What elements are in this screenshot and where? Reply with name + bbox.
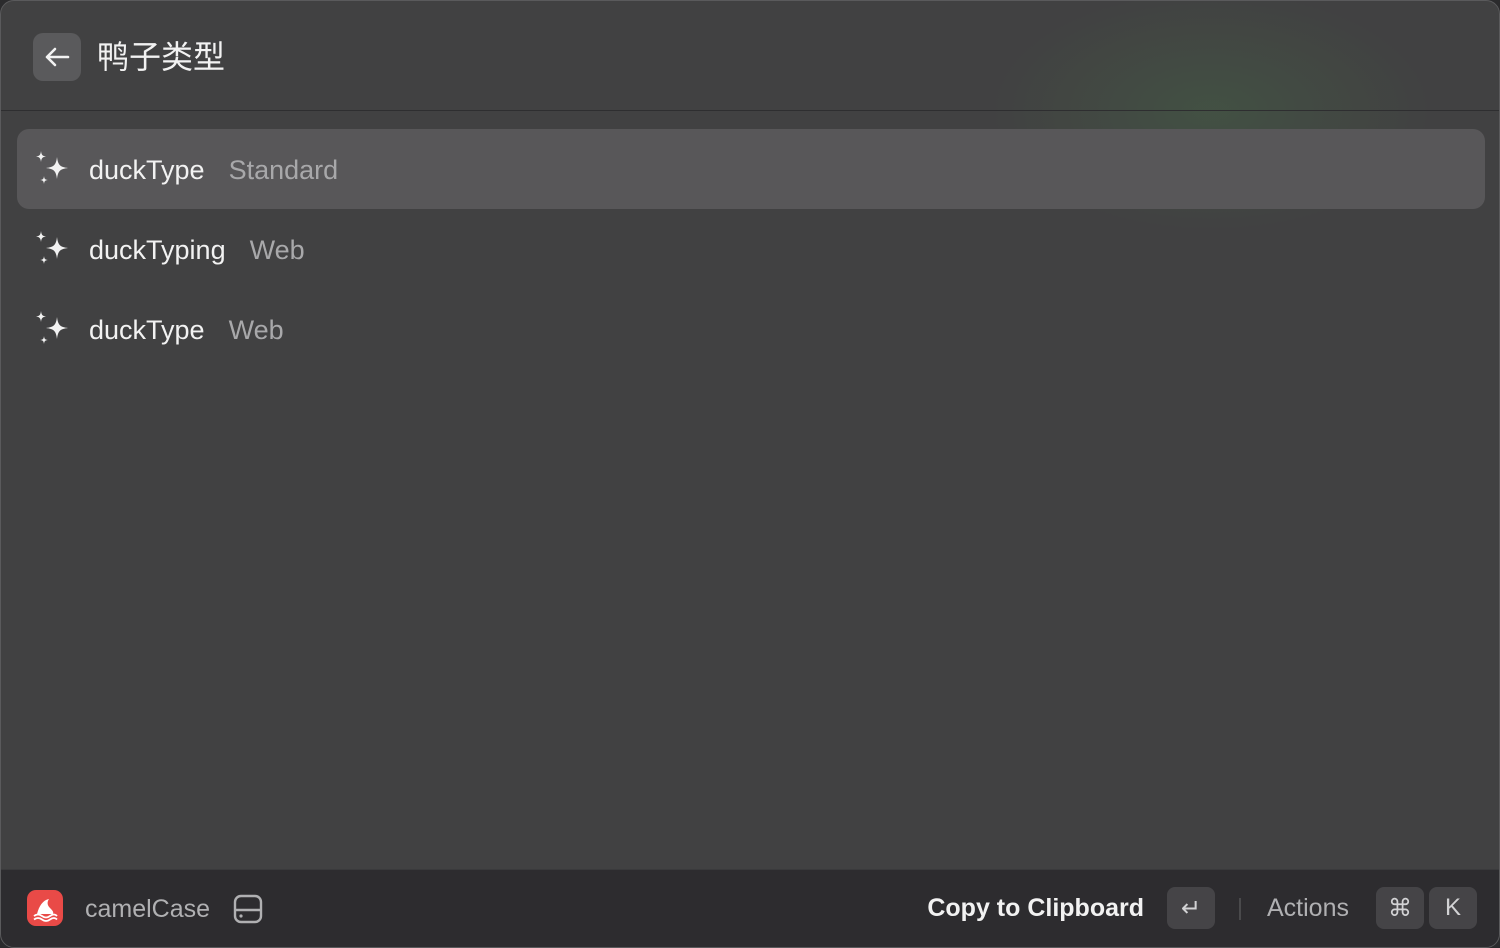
result-title: duckType bbox=[89, 315, 205, 345]
sparkles-icon bbox=[36, 231, 68, 264]
k-key-badge: K bbox=[1429, 887, 1477, 929]
list-item[interactable]: duckType Standard bbox=[17, 129, 1485, 209]
result-title: duckTyping bbox=[89, 235, 226, 265]
extension-window: 鸭子类型 duckType Standard duckTyping Web du… bbox=[0, 0, 1500, 948]
list-item[interactable]: duckTyping Web bbox=[17, 209, 1485, 289]
camelcase-app-icon bbox=[27, 890, 63, 926]
sparkles-icon bbox=[36, 151, 68, 184]
result-subtitle: Standard bbox=[228, 155, 339, 185]
list-item[interactable]: duckType Web bbox=[17, 289, 1485, 369]
enter-key-badge: ↵ bbox=[1167, 887, 1215, 929]
header-bar: 鸭子类型 bbox=[1, 1, 1499, 111]
result-title: duckType bbox=[89, 155, 205, 185]
page-title: 鸭子类型 bbox=[97, 38, 226, 76]
app-name: camelCase bbox=[85, 895, 211, 923]
action-bar: camelCase Copy to Clipboard ↵ Actions ⌘ … bbox=[1, 869, 1499, 947]
result-subtitle: Web bbox=[249, 235, 305, 265]
result-subtitle: Web bbox=[228, 315, 284, 345]
hard-drive-icon bbox=[233, 894, 263, 924]
footer-divider bbox=[1239, 898, 1241, 920]
back-button[interactable] bbox=[33, 33, 81, 81]
results-list: duckType Standard duckTyping Web duckType W… bbox=[17, 129, 1485, 369]
arrow-left-icon bbox=[45, 47, 70, 67]
cmd-key-badge: ⌘ bbox=[1376, 887, 1424, 929]
copy-to-clipboard-button[interactable]: Copy to Clipboard bbox=[927, 893, 1144, 923]
actions-button[interactable]: Actions bbox=[1267, 893, 1349, 923]
sparkles-icon bbox=[36, 311, 68, 344]
